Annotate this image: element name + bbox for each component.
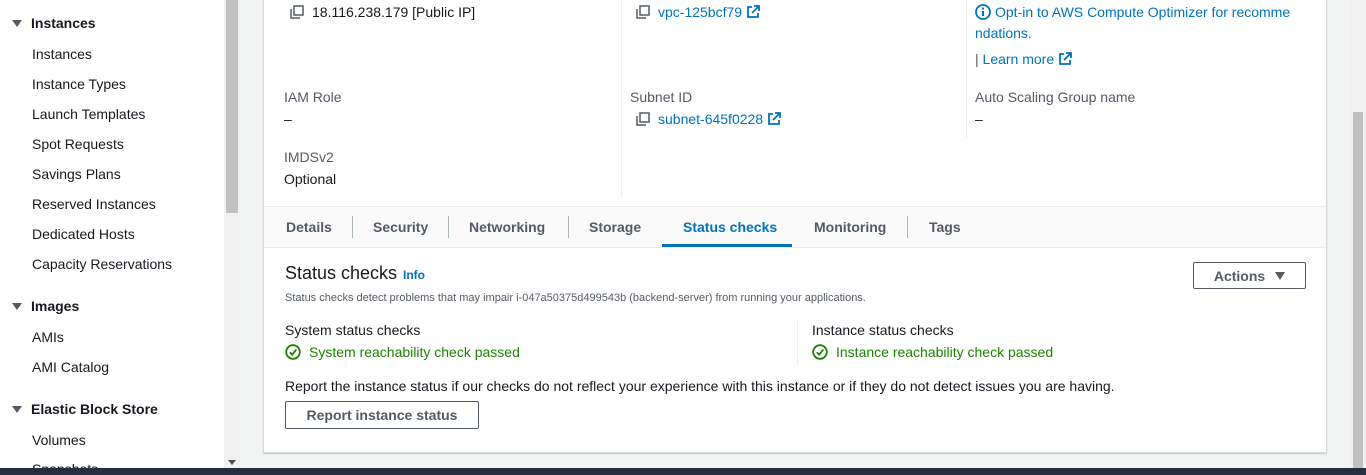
- status-checks-description: Status checks detect problems that may i…: [285, 292, 866, 304]
- tab-status-checks[interactable]: Status checks: [683, 207, 777, 247]
- caret-down-icon: [12, 19, 22, 27]
- tab-monitoring[interactable]: Monitoring: [814, 207, 886, 247]
- check-circle-icon: [812, 344, 828, 360]
- tab-separator: [568, 216, 569, 238]
- report-instance-status-button[interactable]: Report instance status: [285, 401, 479, 429]
- learn-more-row: | Learn more: [975, 51, 1073, 67]
- sidebar-item-ami-catalog[interactable]: AMI Catalog: [32, 359, 109, 375]
- sidebar-item-spot-requests[interactable]: Spot Requests: [32, 136, 124, 152]
- sidebar-item-launch-templates[interactable]: Launch Templates: [32, 106, 145, 122]
- sidebar-section-images[interactable]: Images: [12, 298, 79, 314]
- sidebar-scrollbar-thumb[interactable]: [226, 0, 238, 213]
- sidebar-item-instances[interactable]: Instances: [32, 46, 92, 62]
- learn-more-link[interactable]: Learn more: [983, 51, 1055, 67]
- compute-optimizer-link-continued[interactable]: ndations.: [975, 25, 1032, 41]
- instance-status-result: Instance reachability check passed: [812, 344, 1053, 360]
- page-scrollbar-thumb[interactable]: [1353, 112, 1363, 468]
- sidebar-section-elastic-block-store[interactable]: Elastic Block Store: [12, 401, 158, 417]
- info-link[interactable]: Info: [403, 268, 425, 282]
- report-status-hint: Report the instance status if our checks…: [285, 378, 1115, 394]
- tab-tags[interactable]: Tags: [929, 207, 961, 247]
- imdsv2-label: IMDSv2: [284, 149, 334, 165]
- tab-security[interactable]: Security: [373, 207, 428, 247]
- info-icon: [975, 4, 991, 20]
- status-checks-heading: Status checks: [285, 263, 398, 283]
- asg-name-value: –: [975, 111, 983, 127]
- caret-down-icon: [1275, 271, 1286, 280]
- external-link-icon: [747, 5, 760, 18]
- tab-storage[interactable]: Storage: [589, 207, 641, 247]
- iam-role-label: IAM Role: [284, 89, 342, 105]
- check-circle-icon: [285, 344, 301, 360]
- detail-tabs: Details Security Networking Storage Stat…: [264, 206, 1326, 248]
- sidebar-item-capacity-reservations[interactable]: Capacity Reservations: [32, 256, 172, 272]
- imdsv2-value: Optional: [284, 171, 337, 187]
- sidebar-section-instances[interactable]: Instances: [12, 15, 96, 31]
- sidebar-item-volumes[interactable]: Volumes: [32, 432, 86, 448]
- system-status-label: System status checks: [285, 322, 421, 338]
- instance-status-label: Instance status checks: [812, 322, 954, 338]
- public-ip-value: 18.116.238.179 [Public IP]: [290, 4, 475, 20]
- subnet-id-label: Subnet ID: [630, 89, 693, 105]
- tab-details[interactable]: Details: [286, 207, 332, 247]
- caret-down-icon: [12, 405, 22, 413]
- asg-name-label: Auto Scaling Group name: [975, 89, 1136, 105]
- tab-separator: [907, 216, 908, 238]
- iam-role-value: –: [284, 111, 292, 127]
- instance-detail-panel: 18.116.238.179 [Public IP] vpc-125bcf79 …: [263, 0, 1327, 453]
- actions-button[interactable]: Actions: [1193, 262, 1306, 289]
- caret-down-icon: [12, 302, 22, 310]
- column-divider: [797, 320, 798, 366]
- copy-icon[interactable]: [290, 5, 304, 19]
- sidebar-item-savings-plans[interactable]: Savings Plans: [32, 166, 121, 182]
- scroll-down-arrow-icon[interactable]: [228, 460, 236, 465]
- tab-separator: [352, 216, 353, 238]
- external-link-icon: [768, 112, 781, 125]
- subnet-id-link[interactable]: subnet-645f0228: [636, 111, 781, 127]
- sidebar-item-instance-types[interactable]: Instance Types: [32, 76, 126, 92]
- tab-networking[interactable]: Networking: [469, 207, 545, 247]
- footer-bar: [0, 468, 1366, 475]
- page-scrollbar[interactable]: [1350, 0, 1366, 468]
- external-link-icon: [1059, 52, 1073, 65]
- sidebar-item-dedicated-hosts[interactable]: Dedicated Hosts: [32, 226, 135, 242]
- sidebar-item-reserved-instances[interactable]: Reserved Instances: [32, 196, 156, 212]
- sidebar-nav: Instances Instances Instance Types Launc…: [0, 0, 224, 475]
- sidebar-scrollbar[interactable]: [224, 0, 240, 475]
- copy-icon[interactable]: [636, 5, 650, 19]
- compute-optimizer-link[interactable]: Opt-in to AWS Compute Optimizer for reco…: [975, 4, 1290, 20]
- vpc-id-link[interactable]: vpc-125bcf79: [636, 4, 760, 20]
- tab-separator: [448, 216, 449, 238]
- system-status-result: System reachability check passed: [285, 344, 520, 360]
- sidebar-item-amis[interactable]: AMIs: [32, 329, 64, 345]
- column-divider: [966, 0, 967, 138]
- column-divider: [621, 0, 622, 198]
- active-tab-indicator: [662, 244, 792, 247]
- copy-icon[interactable]: [636, 112, 650, 126]
